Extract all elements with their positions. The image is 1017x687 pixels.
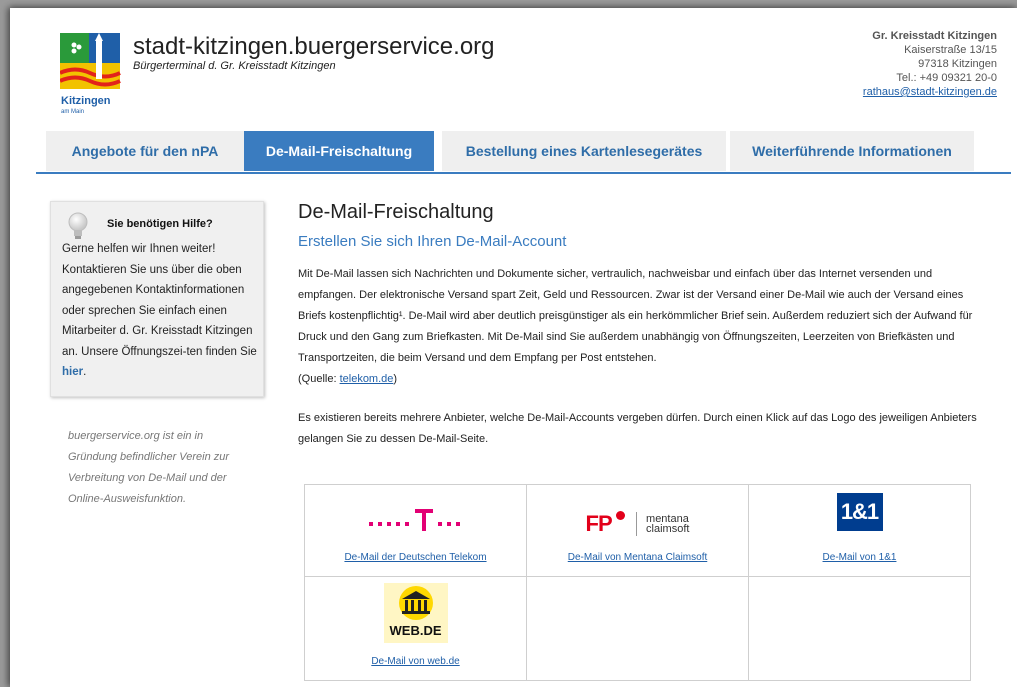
provider-cell-mentana[interactable]: FP mentana claimsoft De-Mail von Mentana… xyxy=(527,485,749,577)
site-title: stadt-kitzingen.buergerservice.org xyxy=(133,33,495,60)
contact-email-link[interactable]: rathaus@stadt-kitzingen.de xyxy=(863,86,997,98)
telekom-logo[interactable] xyxy=(305,507,526,540)
help-title: Sie benötigen Hilfe? xyxy=(107,218,213,230)
tab-weiterfuehrende-informationen[interactable]: Weiterführende Informationen xyxy=(730,131,974,171)
nav-divider xyxy=(36,172,1011,174)
provider-cell-1und1[interactable]: 1&1 De-Mail von 1&1 xyxy=(749,485,971,577)
kitzingen-logo[interactable]: Kitzingen am Main xyxy=(60,33,124,119)
providers-paragraph: Es existieren bereits mehrere Anbieter, … xyxy=(298,412,977,445)
contact-street: Kaiserstraße 13/15 xyxy=(904,44,997,56)
contact-block: Gr. Kreisstadt Kitzingen Kaiserstraße 13… xyxy=(863,29,997,99)
contact-phone: Tel.: +49 09321 20-0 xyxy=(896,72,997,84)
provider-grid: De-Mail der Deutschen Telekom FP mentana… xyxy=(304,484,971,681)
contact-city: 97318 Kitzingen xyxy=(918,58,997,70)
intro-paragraph: Mit De-Mail lassen sich Nachrichten und … xyxy=(298,268,973,385)
1und1-link[interactable]: De-Mail von 1&1 xyxy=(749,552,970,563)
page-title: De-Mail-Freischaltung xyxy=(298,201,494,223)
lightbulb-icon xyxy=(68,212,88,239)
1und1-logo[interactable]: 1&1 xyxy=(749,493,970,531)
telekom-link[interactable]: De-Mail der Deutschen Telekom xyxy=(305,552,526,563)
browser-page: Kitzingen am Main stadt-kitzingen.buerge… xyxy=(10,8,1017,687)
provider-cell-empty xyxy=(749,577,971,681)
contact-org: Gr. Kreisstadt Kitzingen xyxy=(872,30,997,42)
opening-hours-link[interactable]: hier xyxy=(62,366,83,378)
page-subtitle: Erstellen Sie sich Ihren De-Mail-Account xyxy=(298,233,567,250)
tab-kartenlesegeraet[interactable]: Bestellung eines Kartenlesegerätes xyxy=(442,131,726,171)
site-subtitle: Bürgerterminal d. Gr. Kreisstadt Kitzing… xyxy=(133,60,336,72)
webde-link[interactable]: De-Mail von web.de xyxy=(305,656,526,667)
provider-cell-telekom[interactable]: De-Mail der Deutschen Telekom xyxy=(305,485,527,577)
provider-cell-empty xyxy=(527,577,749,681)
svg-text:Kitzingen: Kitzingen xyxy=(61,95,111,107)
mentana-link[interactable]: De-Mail von Mentana Claimsoft xyxy=(527,552,748,563)
verein-note: buergerservice.org ist ein in Gründung b… xyxy=(68,430,230,505)
help-box: Sie benötigen Hilfe? Gerne helfen wir Ih… xyxy=(50,201,264,397)
webde-logo[interactable]: WEB.DE xyxy=(305,583,526,648)
source-link[interactable]: telekom.de xyxy=(340,373,394,385)
tab-de-mail-freischaltung[interactable]: De-Mail-Freischaltung xyxy=(244,131,434,171)
provider-cell-webde[interactable]: WEB.DE De-Mail von web.de xyxy=(305,577,527,681)
tab-angebote-npa[interactable]: Angebote für den nPA xyxy=(46,131,244,171)
svg-text:am Main: am Main xyxy=(61,109,84,115)
mentana-claimsoft-logo[interactable]: FP mentana claimsoft xyxy=(527,511,748,537)
help-text: Gerne helfen wir Ihnen weiter! Kontaktie… xyxy=(62,243,257,378)
